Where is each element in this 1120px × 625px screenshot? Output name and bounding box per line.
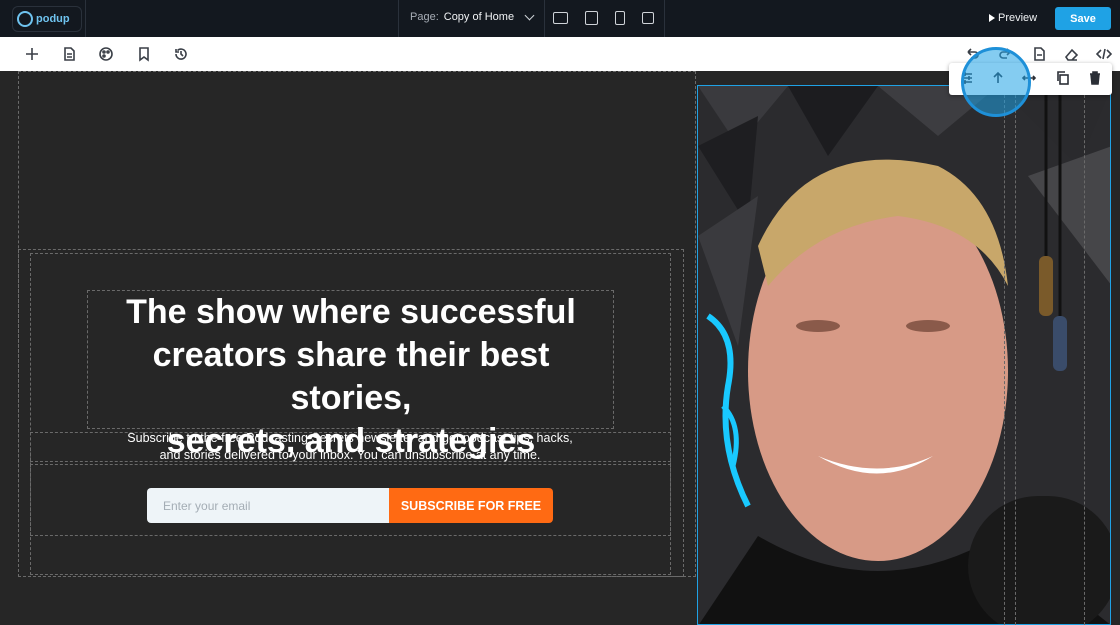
podup-logo-icon xyxy=(17,11,33,27)
divider xyxy=(85,0,86,37)
host-photo[interactable] xyxy=(697,85,1111,625)
duplicate-icon[interactable] xyxy=(1055,70,1073,88)
preview-button[interactable]: Preview xyxy=(989,12,1037,24)
guide-line xyxy=(1084,85,1085,625)
divider xyxy=(544,0,545,37)
play-icon xyxy=(989,14,995,22)
editor-topbar: podup Page: Copy of Home Preview Save xyxy=(0,0,1120,37)
mobile-icon[interactable] xyxy=(615,11,625,25)
page-canvas: The show where successful creators share… xyxy=(0,71,1120,625)
preview-label: Preview xyxy=(998,12,1038,24)
eraser-icon[interactable] xyxy=(1062,45,1080,63)
subtext-line: and stories delivered to your inbox. You… xyxy=(159,448,541,462)
tablet-icon[interactable] xyxy=(585,11,598,25)
save-button[interactable]: Save xyxy=(1055,7,1111,30)
page-selector-value: Copy of Home xyxy=(443,11,515,23)
delete-icon[interactable] xyxy=(1087,70,1105,88)
guide-line xyxy=(1004,85,1016,625)
code-icon[interactable] xyxy=(1095,45,1113,63)
page-icon[interactable] xyxy=(60,45,78,63)
subscribe-button[interactable]: SUBSCRIBE FOR FREE xyxy=(389,488,553,523)
email-field[interactable] xyxy=(147,488,389,523)
history-icon[interactable] xyxy=(172,45,190,63)
square-icon[interactable] xyxy=(642,12,654,24)
desktop-icon[interactable] xyxy=(553,12,568,24)
headline-line: creators share their best stories, xyxy=(152,336,550,417)
photo-image xyxy=(698,86,1110,624)
podup-logo[interactable]: podup xyxy=(12,6,82,32)
chevron-down-icon xyxy=(524,10,535,21)
headline-line: The show where successful xyxy=(126,293,576,331)
bookmark-icon[interactable] xyxy=(135,45,153,63)
logo-text: podup xyxy=(36,13,70,25)
divider xyxy=(664,0,665,37)
subtext-line: Subscribe to the free Podcasting Secrets… xyxy=(127,431,573,445)
add-icon[interactable] xyxy=(23,45,41,63)
hero-subtext[interactable]: Subscribe to the free Podcasting Secrets… xyxy=(100,430,600,464)
export-icon[interactable] xyxy=(1030,45,1048,63)
palette-icon[interactable] xyxy=(97,45,115,63)
divider xyxy=(398,0,399,37)
page-selector-label: Page: xyxy=(410,11,439,23)
page-selector[interactable]: Page: Copy of Home xyxy=(410,10,535,23)
click-highlight xyxy=(961,47,1031,117)
